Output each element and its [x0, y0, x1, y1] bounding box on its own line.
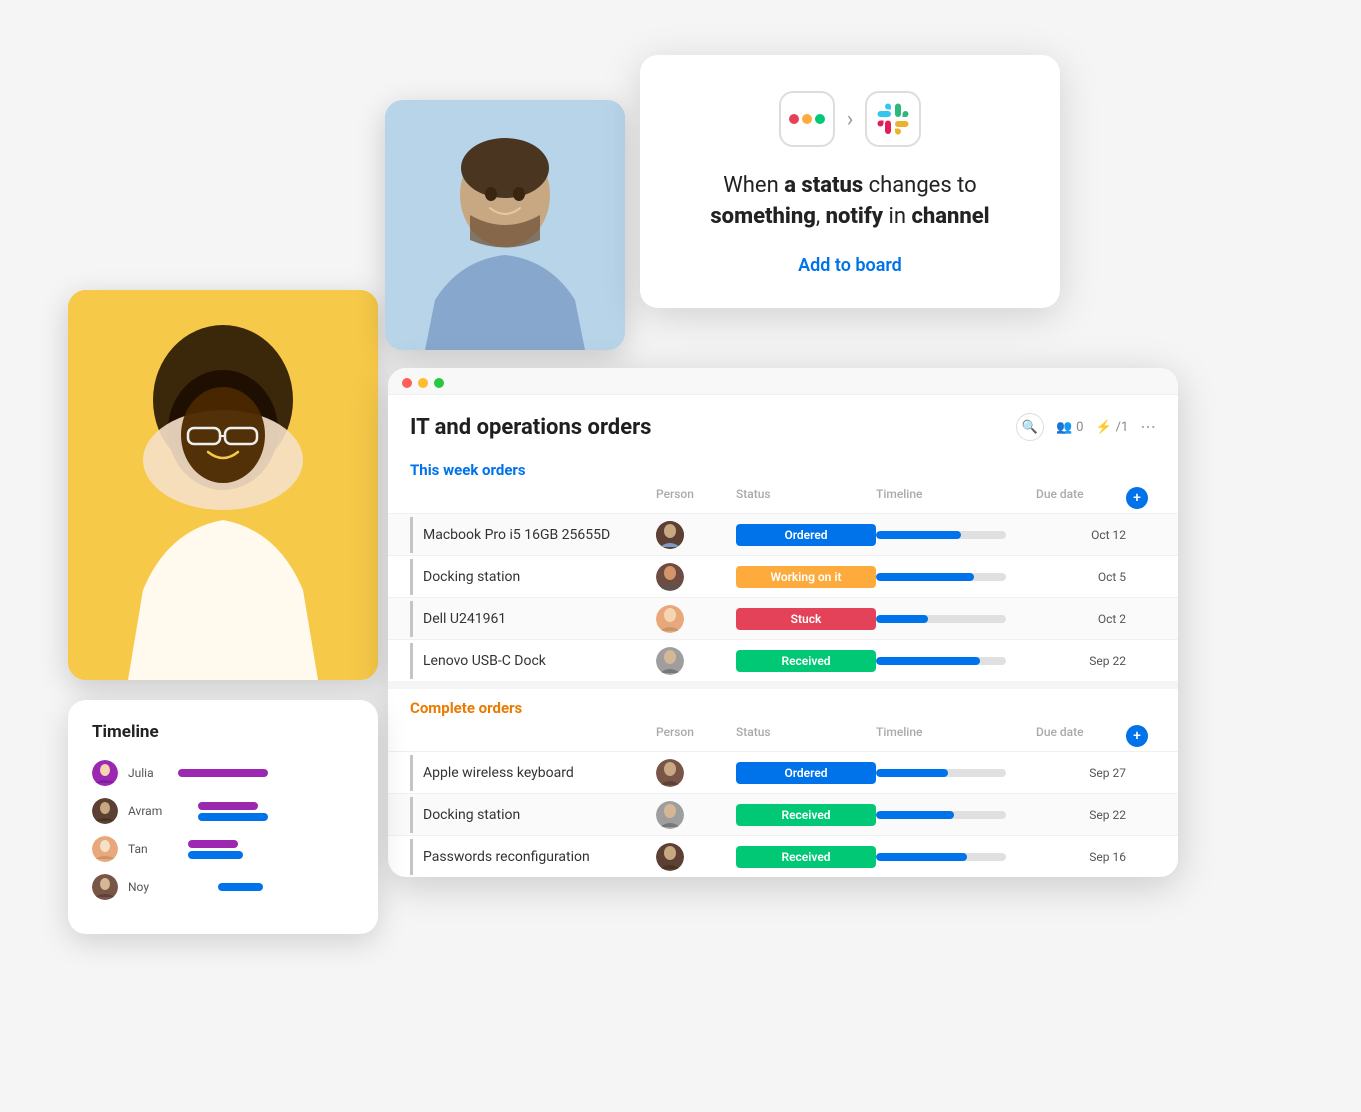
person-name-avram: Avram — [128, 804, 168, 818]
col-timeline: Timeline — [876, 725, 1036, 747]
integration-arrow: › — [847, 107, 854, 132]
timeline-bar — [876, 657, 1016, 665]
item-name: Macbook Pro i5 16GB 25655D — [410, 517, 656, 553]
avatar — [656, 521, 684, 549]
board-card: IT and operations orders 🔍 👥0 ⚡/1 ··· Th… — [388, 368, 1178, 877]
due-date: Sep 16 — [1036, 850, 1126, 864]
timeline-bar — [876, 573, 1016, 581]
board-title: IT and operations orders — [410, 415, 651, 440]
slack-icon-hex — [865, 91, 921, 147]
col-item — [410, 487, 656, 509]
avatar — [656, 605, 684, 633]
person-avatar-tan — [92, 836, 118, 862]
timeline-widget: Timeline Julia Avram Tan — [68, 700, 378, 934]
people-count: 👥0 — [1056, 420, 1084, 435]
timeline-person-row: Noy — [92, 874, 354, 900]
timeline-person-row: Tan — [92, 836, 354, 862]
timeline-bar — [876, 615, 1016, 623]
status-badge: Working on it — [736, 566, 876, 588]
board-header-actions: 🔍 👥0 ⚡/1 ··· — [1016, 413, 1156, 441]
slack-integration-card: › When a status changes to something, no… — [640, 55, 1060, 308]
table-header-this-week: Person Status Timeline Due date + — [388, 483, 1178, 513]
due-date: Oct 2 — [1036, 612, 1126, 626]
col-item — [410, 725, 656, 747]
table-row: Macbook Pro i5 16GB 25655D Ordered Oct 1… — [388, 513, 1178, 555]
item-name: Lenovo USB-C Dock — [410, 643, 656, 679]
col-person: Person — [656, 725, 736, 747]
window-controls — [388, 368, 1178, 395]
add-column-button-2[interactable]: + — [1126, 725, 1148, 747]
timeline-widget-title: Timeline — [92, 722, 354, 742]
table-row: Docking station Working on it Oct 5 — [388, 555, 1178, 597]
table-row: Apple wireless keyboard Ordered Sep 27 — [388, 751, 1178, 793]
item-name: Apple wireless keyboard — [410, 755, 656, 791]
more-options-button[interactable]: ··· — [1140, 415, 1156, 439]
avatar — [656, 759, 684, 787]
person-avatar-avram — [92, 798, 118, 824]
automation-count: ⚡/1 — [1095, 420, 1128, 435]
timeline-bar — [876, 769, 1016, 777]
status-badge: Received — [736, 846, 876, 868]
integration-icons-row: › — [680, 91, 1020, 147]
timeline-bar — [876, 853, 1016, 861]
status-badge: Ordered — [736, 762, 876, 784]
person-avatar-julia — [92, 760, 118, 786]
timeline-bar — [876, 811, 1016, 819]
person-avatar-noy — [92, 874, 118, 900]
status-badge: Stuck — [736, 608, 876, 630]
col-due-date: Due date — [1036, 487, 1126, 509]
item-name: Dell U241961 — [410, 601, 656, 637]
timeline-person-row: Julia — [92, 760, 354, 786]
avatar — [656, 563, 684, 591]
table-row: Dell U241961 Stuck Oct 2 — [388, 597, 1178, 639]
notify-keyword: notify — [826, 204, 883, 229]
due-date: Oct 5 — [1036, 570, 1126, 584]
timeline-person-row: Avram — [92, 798, 354, 824]
table-row: Docking station Received Sep 22 — [388, 793, 1178, 835]
fullscreen-dot — [434, 378, 444, 388]
timeline-bar — [876, 531, 1016, 539]
status-badge: Received — [736, 650, 876, 672]
search-button[interactable]: 🔍 — [1016, 413, 1044, 441]
avatar — [656, 843, 684, 871]
complete-section-header: Complete orders — [388, 689, 1178, 721]
photo-card-man — [385, 100, 625, 350]
channel-keyword: channel — [911, 204, 989, 229]
avatar — [656, 647, 684, 675]
due-date: Sep 27 — [1036, 766, 1126, 780]
col-status: Status — [736, 487, 876, 509]
item-name: Docking station — [410, 559, 656, 595]
due-date: Sep 22 — [1036, 808, 1126, 822]
section-divider — [388, 681, 1178, 689]
table-row: Passwords reconfiguration Received Sep 1… — [388, 835, 1178, 877]
status-badge: Received — [736, 804, 876, 826]
status-badge: Ordered — [736, 524, 876, 546]
col-person: Person — [656, 487, 736, 509]
due-date: Sep 22 — [1036, 654, 1126, 668]
person-name-noy: Noy — [128, 880, 168, 894]
person-name-tan: Tan — [128, 842, 168, 856]
slack-tagline: When a status changes to something, noti… — [680, 171, 1020, 233]
close-dot — [402, 378, 412, 388]
status-keyword: a status — [784, 173, 863, 198]
table-row: Lenovo USB-C Dock Received Sep 22 — [388, 639, 1178, 681]
board-header: IT and operations orders 🔍 👥0 ⚡/1 ··· — [388, 395, 1178, 451]
due-date: Oct 12 — [1036, 528, 1126, 542]
minimize-dot — [418, 378, 428, 388]
item-name: Passwords reconfiguration — [410, 839, 656, 875]
something-keyword: something — [710, 204, 815, 229]
add-to-board-link[interactable]: Add to board — [798, 255, 902, 276]
this-week-section-header: This week orders — [388, 451, 1178, 483]
person-name-julia: Julia — [128, 766, 168, 780]
item-name: Docking station — [410, 797, 656, 833]
col-status: Status — [736, 725, 876, 747]
photo-card-woman — [68, 290, 378, 680]
col-timeline: Timeline — [876, 487, 1036, 509]
monday-icon-hex — [779, 91, 835, 147]
table-header-complete: Person Status Timeline Due date + — [388, 721, 1178, 751]
col-due-date: Due date — [1036, 725, 1126, 747]
add-column-button[interactable]: + — [1126, 487, 1148, 509]
avatar — [656, 801, 684, 829]
